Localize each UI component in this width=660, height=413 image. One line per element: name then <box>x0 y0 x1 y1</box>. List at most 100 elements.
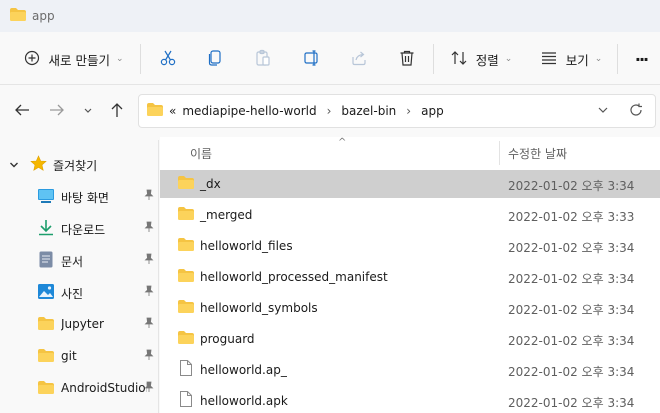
file-row[interactable]: helloworld_symbols 2022-01-02 오후 3:34 <box>160 294 660 322</box>
sidebar-item-downloads[interactable]: 다운로드 <box>0 212 158 244</box>
file-row[interactable]: _dx 2022-01-02 오후 3:34 <box>160 170 660 198</box>
breadcrumb-separator-icon: › <box>406 104 412 118</box>
window-title: app <box>32 9 55 23</box>
pin-icon[interactable] <box>144 189 154 204</box>
file-name: helloworld_files <box>200 239 293 253</box>
paste-icon <box>254 49 272 70</box>
delete-button[interactable] <box>394 45 420 73</box>
breadcrumb-item[interactable]: bazel-bin <box>341 104 396 118</box>
file-name: helloworld_processed_manifest <box>200 270 388 284</box>
file-list: ^ 이름 수정한 날짜 _dx 2022-01-02 오후 3:34 _merg… <box>160 137 660 413</box>
arrow-left-icon <box>14 103 30 120</box>
sidebar-item-label: 사진 <box>61 287 84 301</box>
file-name: _merged <box>200 208 253 222</box>
view-button-label: 보기 <box>565 52 589 68</box>
file-name: helloworld.apk <box>200 394 288 408</box>
folder-icon <box>178 238 194 254</box>
sort-button-label: 정렬 <box>475 52 499 68</box>
sidebar-item-jupyter[interactable]: Jupyter <box>0 308 158 340</box>
breadcrumb-separator-icon: › <box>326 104 332 118</box>
file-row[interactable]: helloworld.apk 2022-01-02 오후 3:34 <box>160 387 660 413</box>
chevron-down-icon: ⌄ <box>115 54 124 64</box>
sort-ascending-icon: ^ <box>338 137 347 148</box>
sidebar-item-git[interactable]: git <box>0 340 158 372</box>
pin-icon[interactable] <box>144 317 154 332</box>
navigation-pane: 즐겨찾기 바탕 화면 다운로드 문서 사진 Jupyter git Androi… <box>0 140 158 413</box>
view-list-icon <box>540 51 558 68</box>
back-button[interactable] <box>11 100 33 122</box>
file-name: _dx <box>200 177 221 191</box>
file-icon <box>180 391 192 410</box>
pin-icon[interactable] <box>144 285 154 300</box>
file-row[interactable]: proguard 2022-01-02 오후 3:34 <box>160 325 660 353</box>
breadcrumb-item[interactable]: app <box>421 104 444 118</box>
folder-icon <box>178 300 194 316</box>
download-icon <box>38 219 54 239</box>
command-bar: 새로 만들기 ⌄ 정렬 ⌄ 보기 ⌄ ··· <box>0 32 660 85</box>
pin-icon[interactable] <box>144 253 154 268</box>
sidebar-item-documents[interactable]: 문서 <box>0 244 158 276</box>
pin-icon[interactable] <box>144 381 154 396</box>
toolbar-divider <box>433 44 434 74</box>
sidebar-item-label: 문서 <box>61 255 84 269</box>
view-button[interactable]: 보기 ⌄ <box>536 45 606 73</box>
copy-button[interactable] <box>202 45 228 73</box>
folder-icon <box>178 331 194 347</box>
chevron-down-icon: ⌄ <box>594 54 603 64</box>
sidebar-item-label: 다운로드 <box>61 223 106 237</box>
folder-icon <box>178 269 194 285</box>
recent-locations-button[interactable] <box>77 100 99 122</box>
address-bar[interactable]: « mediapipe-hello-world › bazel-bin › ap… <box>138 94 656 128</box>
document-icon <box>39 251 53 271</box>
file-row[interactable]: helloworld_files 2022-01-02 오후 3:34 <box>160 232 660 260</box>
breadcrumb-overflow[interactable]: « <box>169 104 176 118</box>
file-row[interactable]: _merged 2022-01-02 오후 3:33 <box>160 201 660 229</box>
desktop-icon <box>38 189 54 206</box>
scissors-icon <box>159 49 177 70</box>
sidebar-item-androidstudio[interactable]: AndroidStudioP <box>0 372 158 404</box>
file-name: helloworld_symbols <box>200 301 318 315</box>
sort-icon <box>450 50 468 69</box>
up-button[interactable] <box>106 100 128 122</box>
chevron-down-icon[interactable] <box>9 158 19 172</box>
breadcrumb-item[interactable]: mediapipe-hello-world <box>182 104 316 118</box>
column-header-date[interactable]: 수정한 날짜 <box>508 145 567 162</box>
folder-icon <box>178 176 194 192</box>
folder-icon <box>38 381 54 397</box>
column-resize-handle[interactable] <box>499 141 500 165</box>
pin-icon[interactable] <box>144 221 154 236</box>
sidebar-item-desktop[interactable]: 바탕 화면 <box>0 180 158 212</box>
pane-divider[interactable] <box>158 140 159 413</box>
file-date: 2022-01-02 오후 3:34 <box>508 334 635 348</box>
trash-icon <box>398 49 416 70</box>
rename-button[interactable] <box>299 45 325 73</box>
sidebar-item-label: Jupyter <box>61 317 104 331</box>
cut-button[interactable] <box>155 45 181 73</box>
refresh-icon[interactable] <box>629 103 643 120</box>
sidebar-item-label: 즐겨찾기 <box>53 159 98 173</box>
file-icon <box>180 360 192 379</box>
pin-icon[interactable] <box>144 349 154 364</box>
new-button[interactable]: 새로 만들기 ⌄ <box>20 45 128 73</box>
plus-circle-icon <box>24 50 40 69</box>
sidebar-item-quick-access[interactable]: 즐겨찾기 <box>0 148 158 180</box>
file-row[interactable]: helloworld_processed_manifest 2022-01-02… <box>160 263 660 291</box>
more-options-button[interactable]: ··· <box>628 45 654 73</box>
sidebar-item-label: 바탕 화면 <box>61 191 109 205</box>
share-button[interactable] <box>346 45 372 73</box>
sidebar-item-pictures[interactable]: 사진 <box>0 276 158 308</box>
title-bar: app <box>0 0 660 32</box>
folder-icon <box>178 207 194 223</box>
paste-button[interactable] <box>250 45 276 73</box>
file-date: 2022-01-02 오후 3:34 <box>508 241 635 255</box>
file-row[interactable]: helloworld.ap_ 2022-01-02 오후 3:34 <box>160 356 660 384</box>
chevron-down-icon <box>83 104 93 118</box>
folder-icon <box>147 103 163 119</box>
column-header-row: ^ 이름 수정한 날짜 <box>160 137 660 167</box>
address-dropdown-chevron-icon[interactable] <box>597 104 609 118</box>
file-date: 2022-01-02 오후 3:33 <box>508 210 635 224</box>
sort-button[interactable]: 정렬 ⌄ <box>446 45 516 73</box>
column-header-name[interactable]: 이름 <box>190 145 212 162</box>
file-date: 2022-01-02 오후 3:34 <box>508 272 635 286</box>
forward-button[interactable] <box>46 100 68 122</box>
